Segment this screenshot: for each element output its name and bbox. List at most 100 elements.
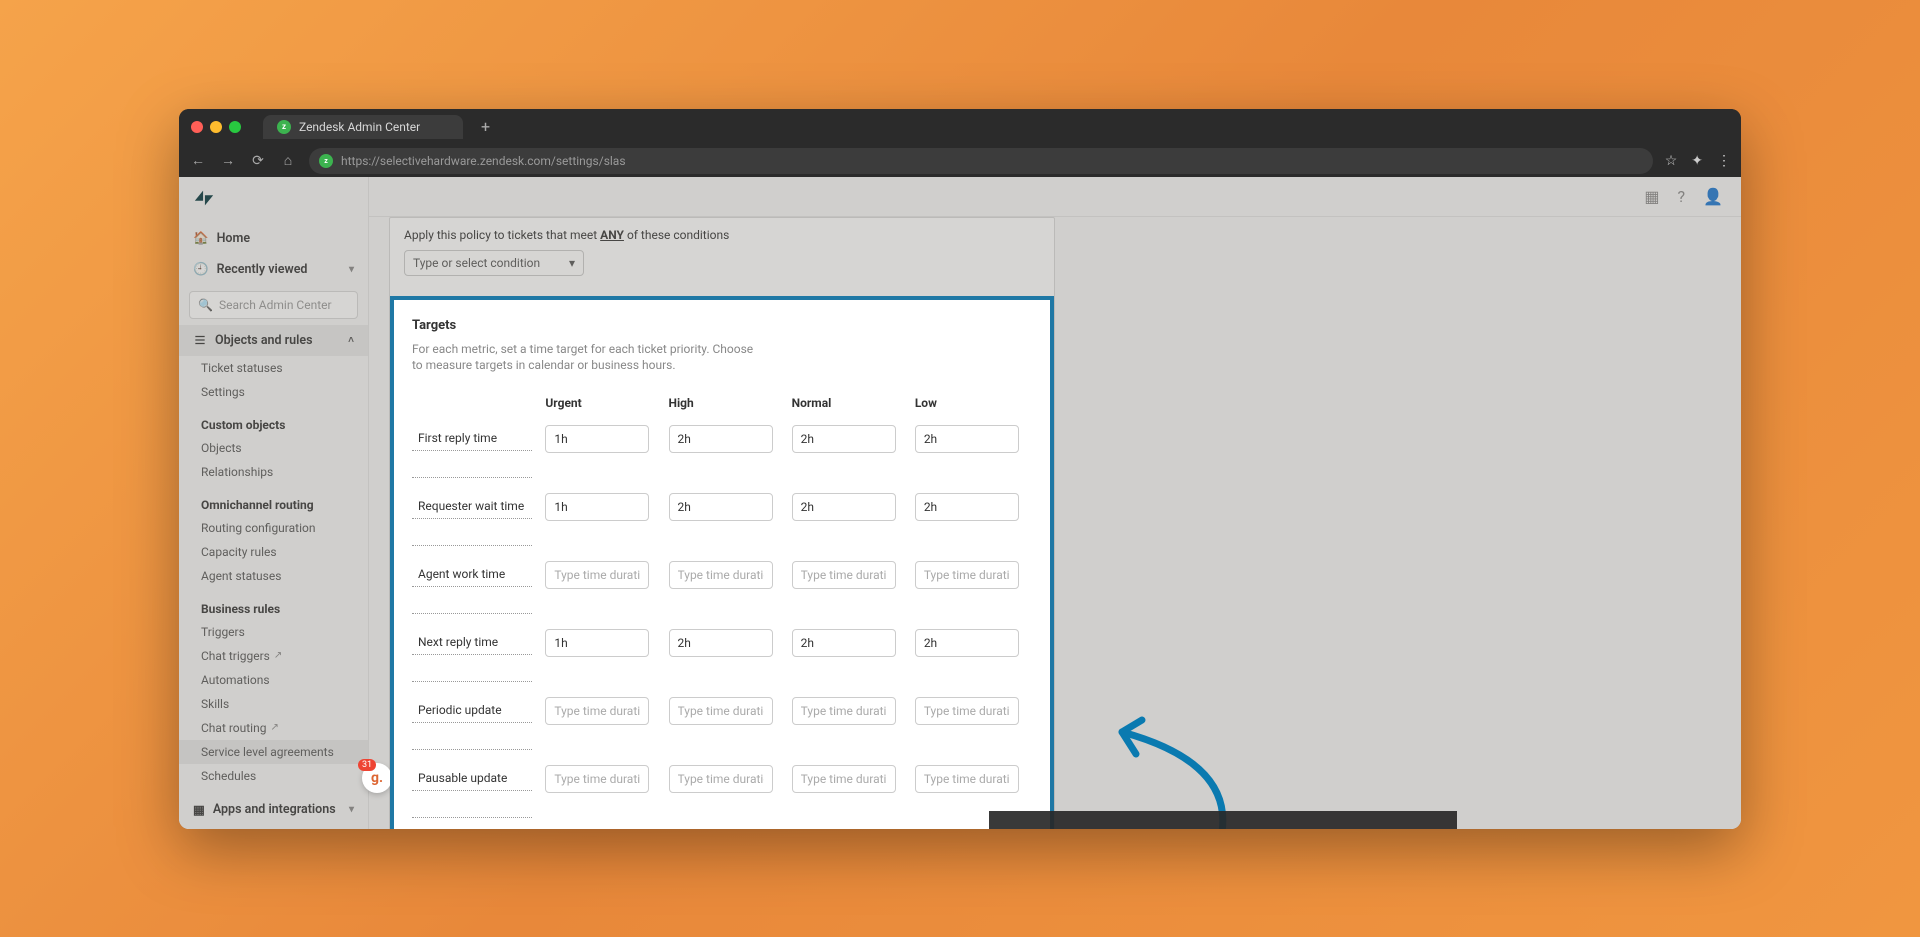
targets-row: Periodic update: [412, 690, 1032, 731]
browser-toolbar: ← → ⟳ ⌂ z https://selectivehardware.zend…: [179, 145, 1741, 177]
targets-row: First reply time: [412, 418, 1032, 459]
time-target-input[interactable]: [915, 697, 1019, 725]
time-target-input[interactable]: [669, 697, 773, 725]
badge-letter: g.: [371, 770, 383, 786]
time-target-input[interactable]: [792, 493, 896, 521]
col-low: Low: [909, 390, 1032, 418]
sidebar-home[interactable]: 🏠 Home: [179, 223, 368, 254]
sidebar-item-agent-statuses[interactable]: Agent statuses: [179, 564, 368, 588]
time-target-input[interactable]: [545, 697, 649, 725]
url-bar[interactable]: z https://selectivehardware.zendesk.com/…: [309, 148, 1653, 174]
condition-select[interactable]: Type or select condition ▾: [404, 250, 584, 276]
time-target-input[interactable]: [915, 425, 1019, 453]
sidebar-item-automations[interactable]: Automations: [179, 668, 368, 692]
time-target-input[interactable]: [545, 493, 649, 521]
policy-conditions-header: Apply this policy to tickets that meet A…: [390, 218, 1054, 288]
extensions-icon[interactable]: ✦: [1691, 153, 1703, 169]
window-close-dot[interactable]: [191, 121, 203, 133]
time-target-input[interactable]: [545, 561, 649, 589]
time-target-input[interactable]: [915, 629, 1019, 657]
sidebar-item-chat-triggers[interactable]: Chat triggers↗: [179, 644, 368, 668]
browser-tab-title: Zendesk Admin Center: [299, 120, 420, 134]
time-target-input[interactable]: [792, 425, 896, 453]
admin-sidebar: 🏠 Home 🕘 Recently viewed ▾ 🔍 Search Admi…: [179, 177, 369, 829]
time-target-input[interactable]: [915, 493, 1019, 521]
time-target-input[interactable]: [545, 765, 649, 793]
sidebar-search[interactable]: 🔍 Search Admin Center: [189, 291, 358, 319]
chevron-down-icon: ▾: [349, 804, 354, 815]
time-target-input[interactable]: [669, 425, 773, 453]
notification-badge[interactable]: g. 31: [362, 763, 392, 793]
apps-icon: ▦: [193, 802, 205, 818]
objects-icon: [193, 333, 207, 347]
site-lock-icon: z: [319, 154, 333, 168]
sidebar-item-routing-config[interactable]: Routing configuration: [179, 516, 368, 540]
main-area: ▦ ? 👤 Apply this policy to tickets that …: [369, 177, 1741, 829]
sidebar-group-business-rules: Business rules: [179, 594, 368, 620]
sidebar-search-ph: Search Admin Center: [219, 298, 332, 312]
sidebar-recently-viewed[interactable]: 🕘 Recently viewed ▾: [179, 254, 368, 285]
targets-table: Urgent High Normal Low First reply timeR…: [412, 390, 1032, 826]
sidebar-item-triggers[interactable]: Triggers: [179, 620, 368, 644]
chevron-down-icon: ▾: [349, 264, 354, 275]
chevron-up-icon: ˄: [348, 335, 354, 346]
col-urgent: Urgent: [539, 390, 662, 418]
sidebar-section-objects-rules[interactable]: Objects and rules ˄: [179, 325, 368, 356]
chevron-down-icon: ▾: [569, 256, 575, 270]
window-minimize-dot[interactable]: [210, 121, 222, 133]
time-target-input[interactable]: [915, 765, 1019, 793]
time-target-input[interactable]: [545, 425, 649, 453]
nav-reload-icon[interactable]: ⟳: [249, 153, 267, 169]
time-target-input[interactable]: [792, 765, 896, 793]
home-icon: 🏠: [193, 231, 209, 246]
url-text: https://selectivehardware.zendesk.com/se…: [341, 154, 626, 168]
sidebar-item-skills[interactable]: Skills: [179, 692, 368, 716]
time-target-input[interactable]: [792, 561, 896, 589]
col-high: High: [663, 390, 786, 418]
time-target-input[interactable]: [669, 561, 773, 589]
browser-tab[interactable]: z Zendesk Admin Center: [263, 115, 463, 139]
targets-row: Requester wait time: [412, 486, 1032, 527]
nav-forward-icon[interactable]: →: [219, 152, 237, 169]
window-maximize-dot[interactable]: [229, 121, 241, 133]
zendesk-logo-icon: [179, 177, 368, 223]
time-target-input[interactable]: [669, 493, 773, 521]
nav-back-icon[interactable]: ←: [189, 152, 207, 169]
sidebar-item-schedules[interactable]: Schedules: [179, 764, 368, 788]
sidebar-item-ticket-statuses[interactable]: Ticket statuses: [179, 356, 368, 380]
app-topbar: ▦ ? 👤: [369, 177, 1741, 217]
profile-icon[interactable]: 👤: [1703, 187, 1723, 206]
sidebar-apps-integrations[interactable]: ▦ Apps and integrations ▾: [179, 794, 368, 826]
badge-count: 31: [358, 759, 376, 771]
metric-label: Pausable update: [412, 766, 532, 791]
sidebar-item-relationships[interactable]: Relationships: [179, 460, 368, 484]
new-tab-button[interactable]: +: [481, 117, 490, 136]
sla-policy-card: Apply this policy to tickets that meet A…: [389, 217, 1055, 829]
time-target-input[interactable]: [669, 629, 773, 657]
sidebar-item-objects[interactable]: Objects: [179, 436, 368, 460]
metric-label: Requester wait time: [412, 494, 532, 519]
sidebar-recently-label: Recently viewed: [217, 262, 308, 277]
condition-select-ph: Type or select condition: [413, 256, 540, 270]
targets-row: Pausable update: [412, 758, 1032, 799]
browser-menu-icon[interactable]: ⋮: [1717, 153, 1731, 169]
nav-home-icon[interactable]: ⌂: [279, 152, 297, 169]
metric-label: Next reply time: [412, 630, 532, 655]
sidebar-item-capacity-rules[interactable]: Capacity rules: [179, 540, 368, 564]
metric-label: Agent work time: [412, 562, 532, 587]
time-target-input[interactable]: [545, 629, 649, 657]
metric-label: Periodic update: [412, 698, 532, 723]
time-target-input[interactable]: [669, 765, 773, 793]
help-icon[interactable]: ?: [1678, 187, 1686, 206]
browser-tab-strip: z Zendesk Admin Center +: [179, 109, 1741, 145]
bookmark-star-icon[interactable]: ☆: [1665, 153, 1678, 169]
sidebar-item-sla[interactable]: Service level agreements: [179, 740, 368, 764]
time-target-input[interactable]: [915, 561, 1019, 589]
apps-grid-icon[interactable]: ▦: [1644, 187, 1659, 206]
time-target-input[interactable]: [792, 629, 896, 657]
sidebar-item-settings[interactable]: Settings: [179, 380, 368, 404]
time-target-input[interactable]: [792, 697, 896, 725]
sidebar-item-chat-routing[interactable]: Chat routing↗: [179, 716, 368, 740]
targets-title: Targets: [412, 318, 1032, 333]
app-shell: 🏠 Home 🕘 Recently viewed ▾ 🔍 Search Admi…: [179, 177, 1741, 829]
